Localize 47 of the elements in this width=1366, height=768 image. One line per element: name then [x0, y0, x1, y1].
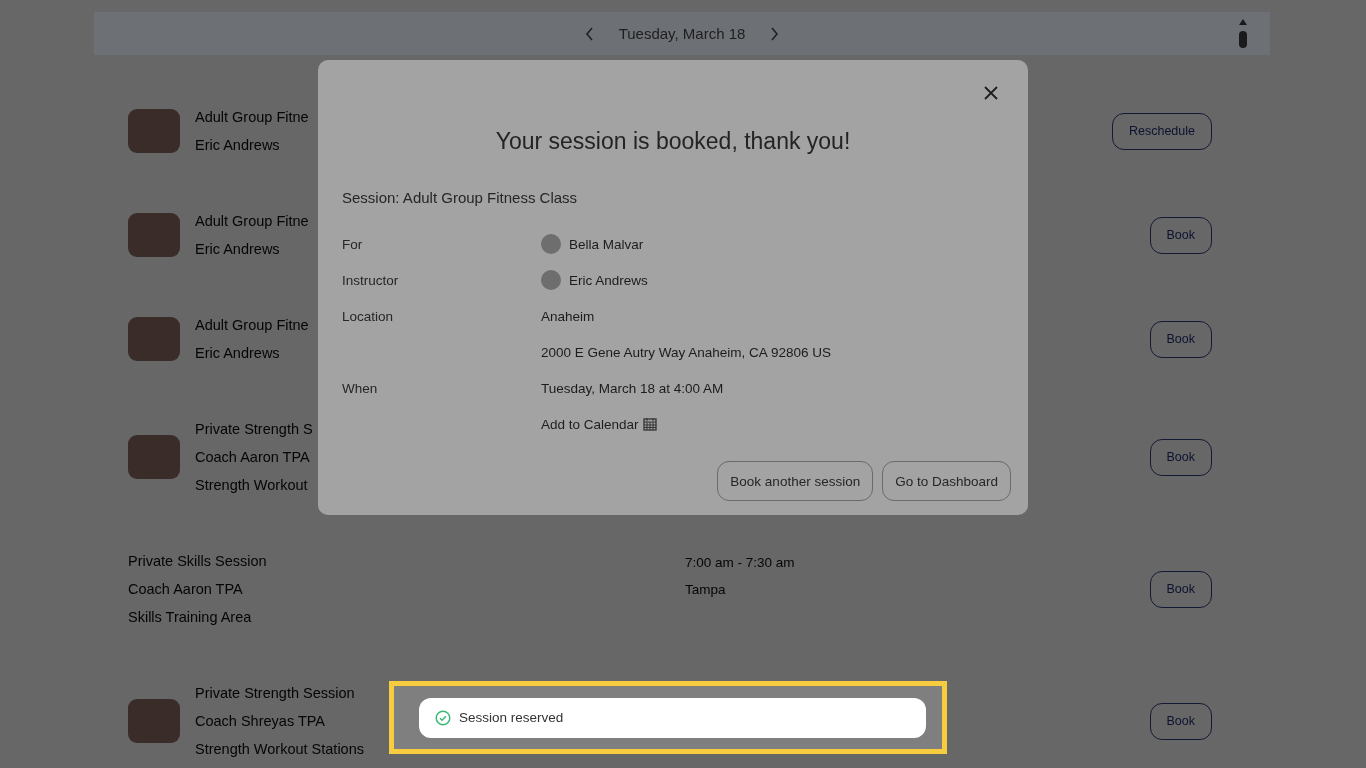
- session-text: Eric Andrews: [195, 135, 281, 155]
- session-action-button[interactable]: Book: [1149, 570, 1212, 608]
- session-location: Tampa: [685, 581, 727, 599]
- dialog-button[interactable]: Book another session: [717, 461, 874, 501]
- detail-value: Bella Malvar: [569, 236, 644, 252]
- session-text: Coach Aaron TPA: [195, 447, 311, 467]
- detail-label: Location: [342, 307, 395, 326]
- session-name: Session: Adult Group Fitness Class: [342, 189, 579, 206]
- toast-message: Session reserved: [459, 710, 564, 725]
- session-text: Skills Training Area: [128, 607, 253, 627]
- dialog-title: Your session is booked, thank you!: [494, 128, 852, 155]
- session-text: Adult Group Fitne: [195, 107, 309, 127]
- avatar-icon: [541, 234, 561, 254]
- session-text: Coach Shreyas TPA: [195, 711, 327, 731]
- scrollbar-drawing: [1238, 18, 1248, 49]
- close-icon: [984, 86, 998, 100]
- detail-value: Tuesday, March 18 at 4:00 AM: [541, 380, 724, 396]
- session-text: Coach Aaron TPA: [128, 579, 244, 599]
- session-text: Adult Group Fitne: [195, 315, 309, 335]
- session-time: 7:00 am - 7:30 am: [685, 554, 796, 572]
- detail-label: For: [342, 235, 364, 254]
- session-text: Private Strength Session: [195, 683, 356, 703]
- dialog-button[interactable]: Go to Dashboard: [882, 461, 1011, 501]
- detail-value: Anaheim: [541, 308, 595, 324]
- calendar-icon: [642, 417, 657, 431]
- session-action-button[interactable]: Reschedule: [1112, 112, 1212, 150]
- session-text: Adult Group Fitne: [195, 211, 309, 231]
- session-text: Strength Workout: [195, 475, 309, 495]
- detail-label: When: [342, 379, 379, 398]
- session-action-button[interactable]: Book: [1149, 438, 1212, 476]
- add-to-calendar-link[interactable]: Add to Calendar: [541, 416, 657, 432]
- session-text: Private Strength S: [195, 419, 313, 439]
- chevron-left-icon: [584, 26, 595, 41]
- avatar-icon: [541, 270, 561, 290]
- session-text: Private Skills Session: [128, 551, 267, 571]
- detail-value: Eric Andrews: [569, 272, 648, 288]
- session-text: Eric Andrews: [195, 343, 281, 363]
- detail-label: Instructor: [342, 271, 400, 290]
- chevron-right-icon: [769, 26, 780, 41]
- detail-value: 2000 E Gene Autry Way Anaheim, CA 92806 US: [541, 344, 831, 360]
- date-label: Tuesday, March 18: [618, 25, 746, 42]
- session-action-button[interactable]: Book: [1149, 702, 1212, 740]
- session-action-button[interactable]: Book: [1149, 320, 1212, 358]
- check-circle-icon: [435, 709, 451, 726]
- session-action-button[interactable]: Book: [1149, 216, 1212, 254]
- session-text: Eric Andrews: [195, 239, 281, 259]
- session-text: Strength Workout Stations: [195, 739, 364, 759]
